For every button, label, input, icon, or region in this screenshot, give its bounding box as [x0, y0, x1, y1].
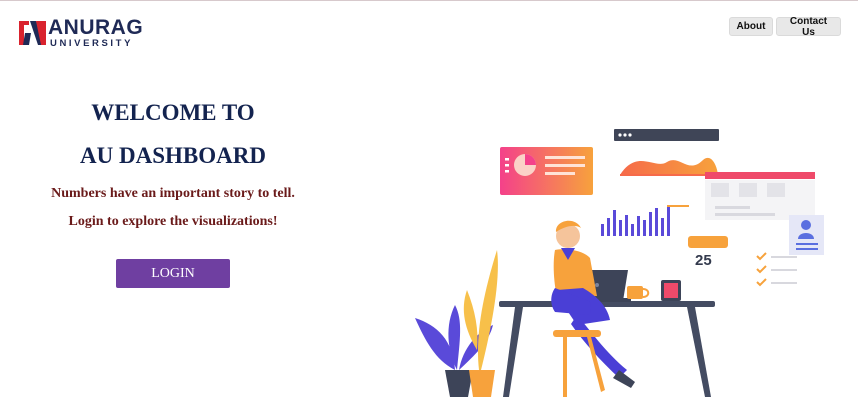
window-bar-icon — [614, 129, 719, 141]
brand-name: ANURAG — [48, 16, 144, 39]
contact-us-button[interactable]: Contact Us — [776, 16, 841, 38]
mug-icon — [627, 286, 650, 299]
university-logo[interactable]: ANURAG UNIVERSITY — [19, 17, 143, 51]
checklist-icon — [756, 252, 767, 287]
top-border — [0, 0, 858, 1]
dashboard-illustration: 25 — [415, 129, 824, 397]
pie-chart-card-icon — [500, 147, 593, 195]
plant-icon — [415, 250, 498, 397]
profile-card-icon — [789, 215, 824, 255]
about-button[interactable]: About — [729, 17, 773, 36]
tablet-icon — [661, 280, 681, 301]
login-prompt: Login to explore the visualizations! — [68, 214, 278, 229]
au-monogram-icon — [19, 21, 46, 45]
bar-chart-icon — [601, 205, 689, 236]
welcome-title-line1: WELCOME TO — [91, 100, 255, 125]
counter-value: 25 — [695, 252, 712, 269]
area-chart-icon — [620, 157, 718, 176]
welcome-title-line2: AU DASHBOARD — [80, 143, 266, 168]
login-button[interactable]: LOGIN — [116, 259, 230, 288]
counter-widget: 25 — [688, 236, 728, 269]
tagline: Numbers have an important story to tell. — [51, 186, 295, 201]
stats-card-icon — [705, 172, 815, 220]
brand-subtitle: UNIVERSITY — [50, 38, 134, 49]
